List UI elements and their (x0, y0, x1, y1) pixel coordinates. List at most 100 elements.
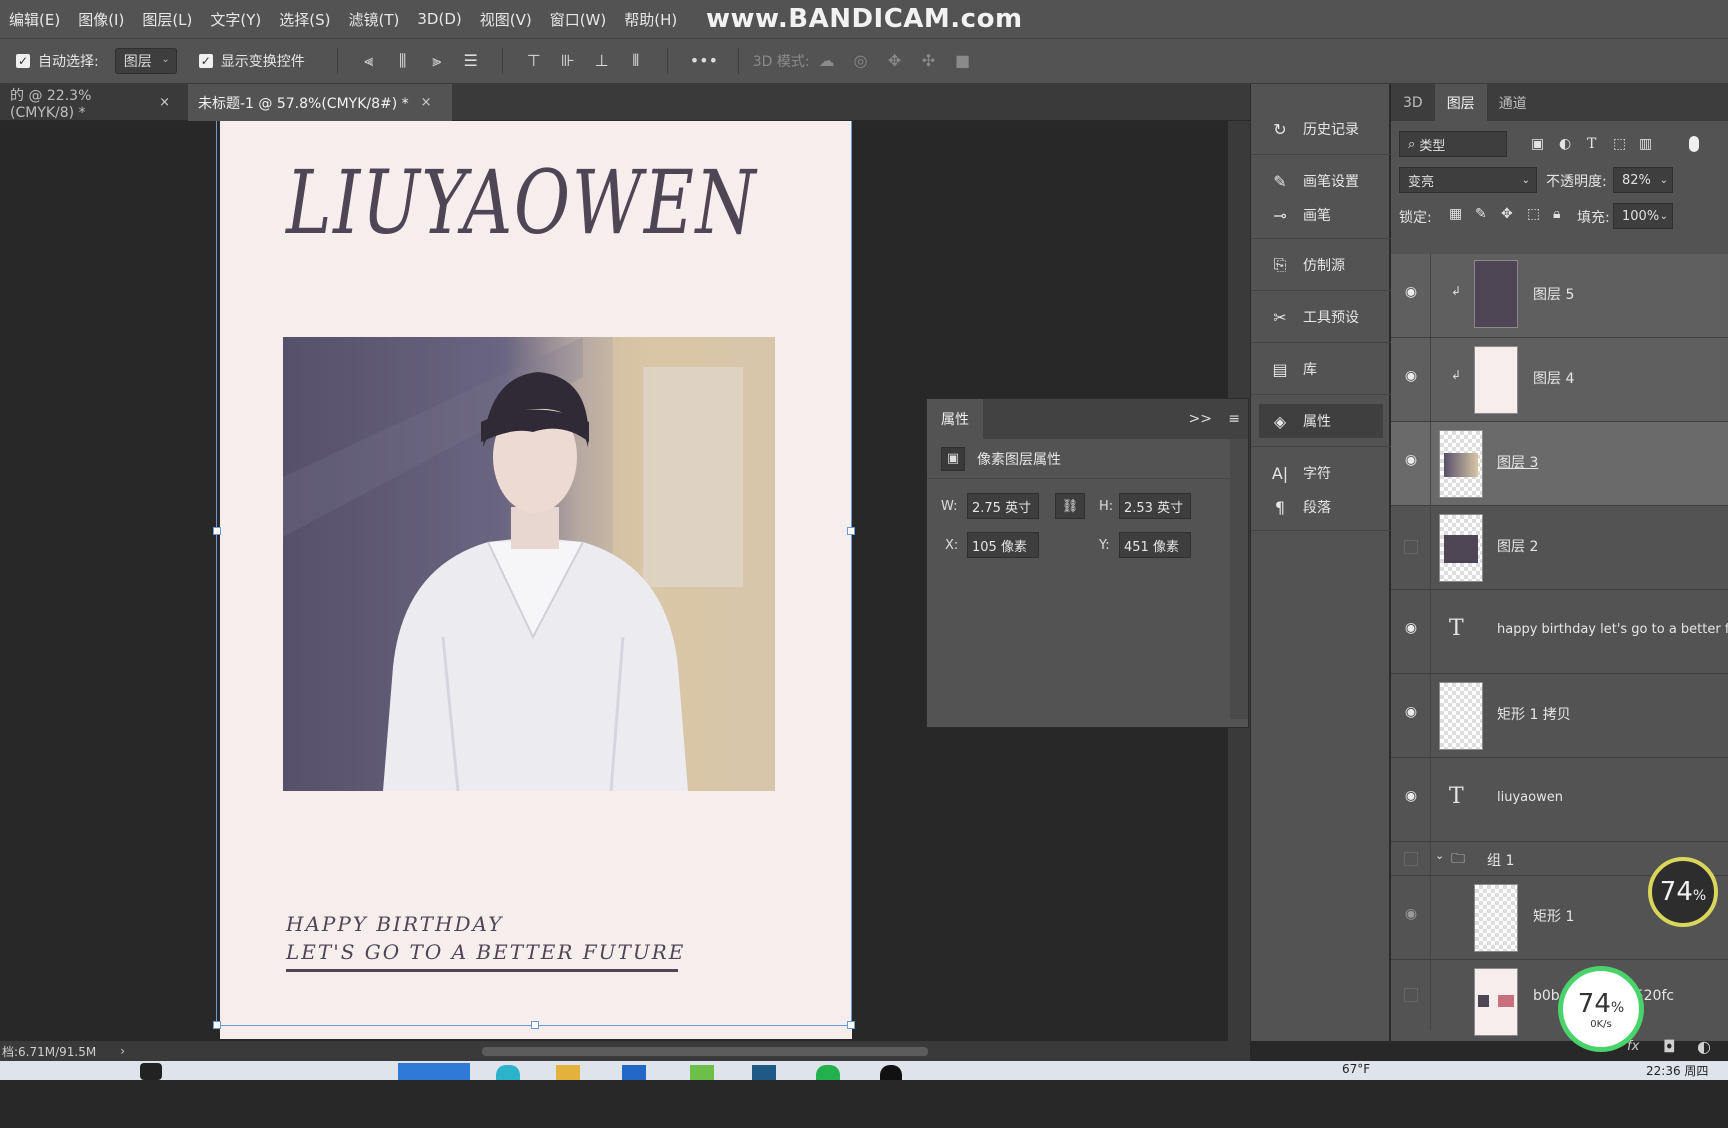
menu-3d[interactable]: 3D(D) (408, 10, 470, 28)
menu-layer[interactable]: 图层(L) (133, 9, 201, 30)
fill-field[interactable]: 100% ⌄ (1613, 203, 1673, 229)
panel-clone-source[interactable]: ⎘ 仿制源 (1251, 248, 1391, 282)
windows-start-icon[interactable] (140, 1063, 162, 1080)
auto-select-dropdown[interactable]: 图层 ⌄ (114, 48, 177, 74)
eye-icon[interactable]: ◉ (1401, 788, 1421, 804)
menu-view[interactable]: 视图(V) (471, 9, 541, 30)
menu-image[interactable]: 图像(I) (69, 9, 133, 30)
panel-properties[interactable]: ◈ 属性 (1259, 404, 1383, 438)
layer-name[interactable]: 图层 5 (1533, 284, 1574, 304)
camera-3d-icon[interactable]: ■ (954, 52, 972, 70)
filter-shape-icon[interactable]: ⬚ (1613, 136, 1626, 152)
align-center-h-icon[interactable]: ⫼ (394, 52, 412, 70)
layer-name[interactable]: 组 1 (1487, 850, 1514, 870)
taskbar-app-icon[interactable] (690, 1065, 714, 1080)
transform-handle[interactable] (531, 1021, 539, 1029)
eye-icon[interactable]: ◉ (1401, 906, 1421, 922)
more-options-icon[interactable]: ••• (690, 52, 718, 70)
visibility-off-box[interactable] (1404, 540, 1418, 554)
layer-row[interactable]: ◉ ↲ 图层 5 (1391, 254, 1728, 338)
roll-3d-icon[interactable]: ◎ (852, 52, 870, 70)
opacity-field[interactable]: 82% ⌄ (1613, 167, 1673, 193)
tab-channels[interactable]: 通道 (1487, 84, 1539, 121)
auto-select-checkbox[interactable]: ✓ (16, 54, 30, 68)
visibility-off-box[interactable] (1404, 852, 1418, 866)
collapse-panel-icon[interactable]: >> (1189, 411, 1212, 427)
taskbar-app-icon[interactable] (556, 1065, 580, 1080)
filter-pixel-icon[interactable]: ▣ (1531, 136, 1544, 152)
tab-layers[interactable]: 图层 (1434, 84, 1487, 121)
filter-type-icon[interactable]: T (1587, 136, 1596, 152)
filter-toggle-icon[interactable] (1689, 136, 1699, 152)
layer-kind-filter[interactable]: ⌕ 类型 (1399, 131, 1507, 157)
close-icon[interactable]: × (421, 95, 432, 110)
panel-paragraph[interactable]: ¶ 段落 (1251, 490, 1391, 524)
layer-name[interactable]: happy birthday let's go to a better fu (1497, 622, 1728, 637)
blend-mode-dropdown[interactable]: 变亮 ⌄ (1399, 167, 1537, 193)
taskbar-app-icon[interactable] (398, 1063, 470, 1080)
eye-icon[interactable]: ◉ (1401, 284, 1421, 300)
panel-tool-presets[interactable]: ✂ 工具预设 (1251, 300, 1391, 334)
height-field[interactable]: 2.53 英寸 (1119, 493, 1191, 519)
properties-scrollbar[interactable] (1230, 439, 1248, 719)
panel-brush[interactable]: ⊸ 画笔 (1251, 198, 1391, 232)
taskbar-app-icon[interactable] (816, 1065, 840, 1080)
eye-icon[interactable]: ◉ (1401, 368, 1421, 384)
adjustment-layer-icon[interactable]: ◐ (1697, 1037, 1711, 1056)
transform-bounding-box[interactable] (213, 121, 855, 1029)
tab-document-2[interactable]: 未标题-1 @ 57.8%(CMYK/8#) * × (188, 84, 452, 121)
panel-brush-settings[interactable]: ✎ 画笔设置 (1251, 164, 1391, 198)
panel-menu-icon[interactable]: ≡ (1228, 411, 1240, 427)
align-top-icon[interactable]: ⊤ (525, 52, 543, 70)
orbit-3d-icon[interactable]: ☁ (818, 52, 836, 70)
layer-name[interactable]: 图层 2 (1497, 536, 1538, 556)
chevron-down-icon[interactable]: ⌄ (1435, 849, 1444, 862)
layer-mask-icon[interactable]: ◘ (1663, 1037, 1676, 1056)
lock-artboard-icon[interactable]: ⬚ (1527, 206, 1540, 222)
transform-handle[interactable] (847, 527, 855, 535)
layer-row[interactable]: 图层 2 (1391, 506, 1728, 590)
visibility-off-box[interactable] (1404, 988, 1418, 1002)
width-field[interactable]: 2.75 英寸 (967, 493, 1039, 519)
align-middle-v-icon[interactable]: ⊪ (559, 52, 577, 70)
taskbar-app-icon[interactable] (496, 1065, 520, 1080)
close-icon[interactable]: × (159, 95, 170, 110)
layer-name[interactable]: 矩形 1 拷贝 (1497, 704, 1571, 724)
filter-smart-object-icon[interactable]: ▥ (1639, 136, 1652, 152)
panel-history[interactable]: ↻ 历史记录 (1251, 112, 1391, 146)
lock-transparent-icon[interactable]: ▦ (1449, 206, 1462, 222)
transform-handle[interactable] (847, 1021, 855, 1029)
lock-position-icon[interactable]: ✥ (1501, 206, 1513, 222)
distribute-v-icon[interactable]: ⦀ (627, 52, 645, 70)
x-field[interactable]: 105 像素 (967, 532, 1039, 558)
layer-row[interactable]: ◉ 矩形 1 拷贝 (1391, 674, 1728, 758)
link-icon[interactable]: ⛓ (1055, 493, 1085, 519)
align-right-icon[interactable]: ⫸ (428, 52, 446, 70)
horizontal-scrollbar[interactable] (160, 1041, 1250, 1061)
lock-image-icon[interactable]: ✎ (1475, 206, 1487, 222)
menu-type[interactable]: 文字(Y) (201, 9, 270, 30)
filter-adjustment-icon[interactable]: ◐ (1559, 136, 1571, 152)
layer-name[interactable]: 图层 4 (1533, 368, 1574, 388)
eye-icon[interactable]: ◉ (1401, 620, 1421, 636)
menu-help[interactable]: 帮助(H) (615, 9, 686, 30)
eye-icon[interactable]: ◉ (1401, 452, 1421, 468)
align-bottom-icon[interactable]: ⊥ (593, 52, 611, 70)
tab-properties[interactable]: 属性 (927, 399, 983, 439)
status-arrow-icon[interactable]: › (120, 1044, 125, 1058)
tab-document-1[interactable]: 的 @ 22.3%(CMYK/8) * × (0, 84, 180, 121)
taskbar-app-icon[interactable] (880, 1065, 902, 1080)
layer-row[interactable]: ◉ T happy birthday let's go to a better … (1391, 590, 1728, 674)
menu-filter[interactable]: 滤镜(T) (340, 9, 409, 30)
distribute-h-icon[interactable]: ☰ (462, 52, 480, 70)
taskbar-app-icon[interactable] (752, 1065, 776, 1080)
layer-name[interactable]: 图层 3 (1497, 452, 1538, 472)
taskbar-app-icon[interactable] (622, 1065, 646, 1080)
drag-3d-icon[interactable]: ✥ (886, 52, 904, 70)
menu-edit[interactable]: 编辑(E) (0, 9, 69, 30)
y-field[interactable]: 451 像素 (1119, 532, 1191, 558)
layer-row-selected[interactable]: ◉ 图层 3 (1391, 422, 1728, 506)
transform-handle[interactable] (213, 527, 221, 535)
scrollbar-thumb[interactable] (482, 1047, 928, 1056)
menu-window[interactable]: 窗口(W) (541, 9, 616, 30)
